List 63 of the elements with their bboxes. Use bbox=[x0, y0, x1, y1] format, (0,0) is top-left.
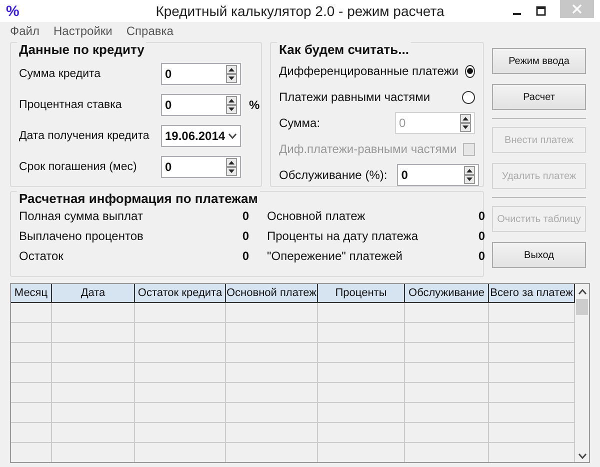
menu-item[interactable]: Настройки bbox=[54, 24, 112, 38]
column-header[interactable]: Проценты bbox=[318, 284, 405, 303]
summary-value: 0 bbox=[242, 249, 249, 263]
radio-button[interactable] bbox=[462, 90, 475, 104]
radio-label: Дифференцированные платежи bbox=[279, 64, 458, 78]
date-field[interactable]: 19.06.2014 bbox=[161, 124, 241, 146]
action-button[interactable]: Режим ввода bbox=[492, 48, 586, 74]
summary-value: 0 bbox=[478, 229, 485, 243]
chevron-up-icon[interactable] bbox=[578, 289, 586, 295]
column-header[interactable]: Месяц bbox=[11, 284, 52, 303]
column-header[interactable]: Остаток кредита bbox=[135, 284, 226, 303]
chevron-down-icon[interactable] bbox=[228, 132, 237, 138]
number-field[interactable]: 0 bbox=[161, 156, 241, 178]
percent-icon: % bbox=[6, 2, 20, 20]
field-label: Сумма: bbox=[279, 116, 320, 130]
group-title: Расчетная информация по платежам bbox=[17, 191, 260, 206]
spinner-arrows-icon[interactable] bbox=[226, 64, 237, 82]
group-title: Данные по кредиту bbox=[17, 42, 146, 57]
column-header[interactable]: Дата bbox=[52, 284, 135, 303]
column-header[interactable]: Обслуживание bbox=[405, 284, 489, 303]
radio-button[interactable] bbox=[464, 64, 475, 78]
field-label: Дата получения кредита bbox=[19, 130, 150, 142]
column-header[interactable]: Всего за платеж bbox=[489, 284, 575, 303]
action-button[interactable]: Расчет bbox=[492, 84, 586, 110]
table-cell bbox=[11, 323, 52, 343]
summary-label: Остаток bbox=[19, 249, 64, 263]
number-field[interactable]: 0 bbox=[161, 62, 241, 84]
field-label: Срок погашения (мес) bbox=[19, 160, 138, 172]
spinner-arrows-icon[interactable] bbox=[226, 158, 237, 176]
table-cell bbox=[11, 363, 52, 383]
field-label: Процентная ставка bbox=[19, 98, 123, 110]
field-label: Сумма кредита bbox=[19, 68, 102, 80]
field-label: Обслуживание (%): bbox=[279, 168, 388, 182]
summary-value: 0 bbox=[242, 209, 249, 223]
column-header[interactable]: Основной платеж bbox=[226, 284, 318, 303]
summary-label: Основной платеж bbox=[267, 209, 366, 223]
spinner-arrows-icon[interactable] bbox=[464, 166, 476, 184]
chevron-down-icon[interactable] bbox=[578, 453, 586, 459]
action-button[interactable]: Выход bbox=[492, 242, 586, 268]
summary-label: Выплачено процентов bbox=[19, 229, 144, 243]
table-cell bbox=[11, 303, 52, 323]
summary-value: 0 bbox=[478, 249, 485, 263]
group-title: Как будем считать... bbox=[277, 42, 411, 57]
menu-item[interactable]: Справка bbox=[126, 24, 174, 38]
summary-label: "Опережение" платежей bbox=[267, 249, 402, 263]
radio-label: Платежи равными частями bbox=[279, 90, 430, 104]
maximize-icon[interactable] bbox=[536, 6, 546, 16]
summary-value: 0 bbox=[242, 229, 249, 243]
menu-item[interactable]: Файл bbox=[10, 24, 40, 38]
unit-label: % bbox=[249, 98, 260, 112]
window-title: Кредитный калькулятор 2.0 - режим расчета bbox=[156, 3, 444, 19]
number-field[interactable]: 0 bbox=[397, 164, 480, 186]
checkbox-label: Диф.платежи-равными частями bbox=[279, 142, 457, 156]
table-cell bbox=[11, 423, 52, 443]
scrollbar-thumb[interactable] bbox=[576, 299, 588, 315]
spinner-arrows-icon[interactable] bbox=[226, 96, 237, 114]
table-cell bbox=[11, 403, 52, 423]
summary-label: Проценты на дату платежа bbox=[267, 229, 418, 243]
summary-label: Полная сумма выплат bbox=[19, 209, 143, 223]
table-cell bbox=[11, 383, 52, 403]
table-cell bbox=[11, 343, 52, 363]
summary-value: 0 bbox=[478, 209, 485, 223]
number-field[interactable]: 0 bbox=[161, 94, 241, 116]
